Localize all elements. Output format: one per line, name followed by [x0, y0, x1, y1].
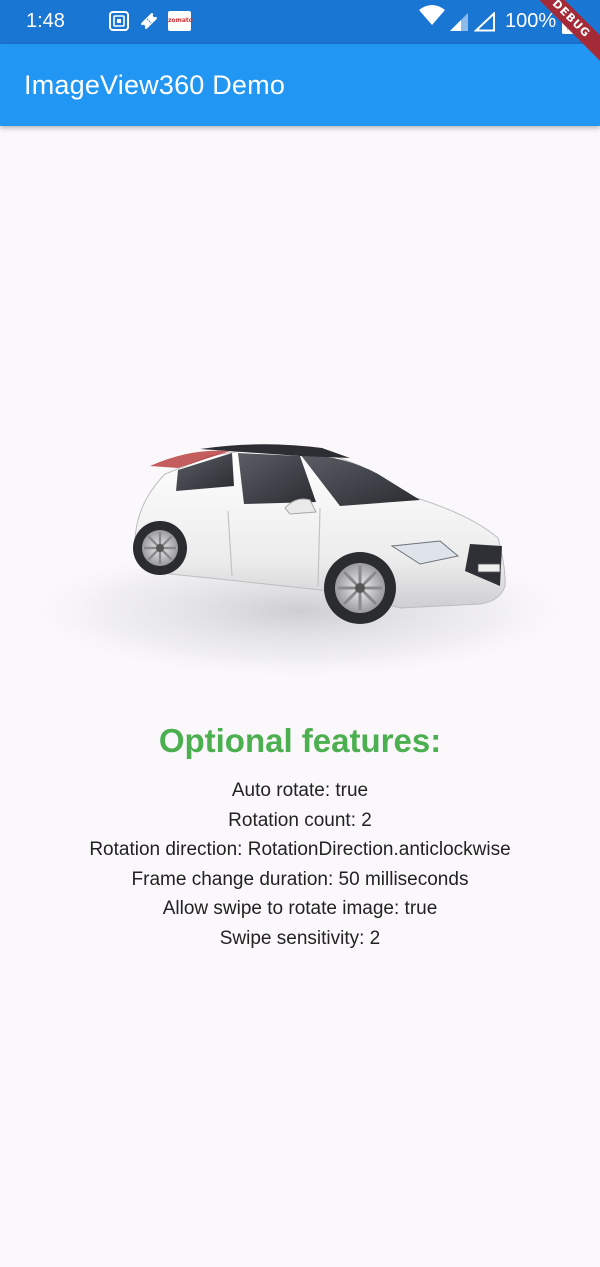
feature-rotation-count: Rotation count: 2 [228, 809, 372, 831]
app-title: ImageView360 Demo [24, 70, 286, 100]
car-image [20, 444, 580, 681]
zomato-app-icon: zomato [168, 11, 193, 31]
feature-frame-change-duration: Frame change duration: 50 milliseconds [131, 868, 469, 890]
battery-percent: 100% [505, 10, 557, 32]
cell-signal-empty-icon [473, 11, 496, 37]
feature-rotation-direction: Rotation direction: RotationDirection.an… [89, 839, 511, 860]
image-view-360[interactable] [0, 396, 600, 706]
app-bar: ImageView360 Demo [0, 44, 600, 126]
feature-allow-swipe: Allow swipe to rotate image: true [162, 898, 438, 919]
feature-auto-rotate: Auto rotate: true [231, 780, 369, 801]
ticket-app-icon [139, 11, 159, 31]
calendar-app-icon [109, 11, 129, 31]
status-bar: 1:48 zomato 100% [0, 0, 600, 44]
cell-signal-icon [449, 12, 469, 37]
features-title: Optional features: [158, 722, 442, 759]
feature-swipe-sensitivity: Swipe sensitivity: 2 [219, 927, 381, 949]
wifi-icon [418, 4, 446, 31]
zomato-label: zomato [168, 17, 193, 24]
status-time: 1:48 [26, 10, 65, 32]
features-list: Auto rotate: true Rotation count: 2 Rota… [0, 776, 600, 953]
